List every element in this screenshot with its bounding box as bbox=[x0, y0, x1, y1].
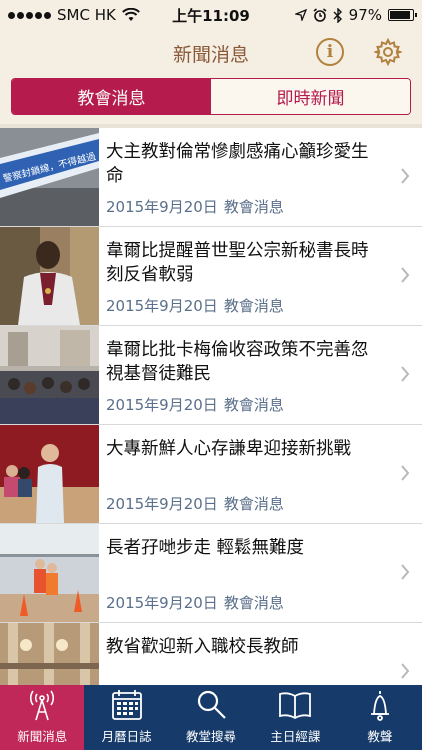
news-source-segmented-control: 教會消息 即時新聞 bbox=[11, 78, 411, 115]
bottom-tab-bar: 新聞消息 月曆日誌 教堂搜尋 主日經課 教聲 bbox=[0, 685, 422, 750]
news-meta: 2015年9月20日 教會消息 bbox=[106, 295, 284, 316]
search-icon bbox=[197, 690, 226, 719]
news-date: 2015年9月20日 bbox=[106, 198, 218, 216]
bluetooth-icon bbox=[333, 7, 342, 23]
navigation-bar: 新聞消息 i bbox=[0, 30, 422, 76]
carrier-name: SMC HK bbox=[57, 6, 116, 24]
news-thumbnail bbox=[0, 425, 99, 523]
news-thumbnail bbox=[0, 227, 99, 325]
news-list-item[interactable]: 教省歡迎新入職校長教師 bbox=[0, 623, 422, 685]
news-date: 2015年9月20日 bbox=[106, 594, 218, 612]
news-date: 2015年9月20日 bbox=[106, 495, 218, 513]
tab-label: 新聞消息 bbox=[17, 729, 68, 744]
tab-label: 教聲 bbox=[367, 729, 393, 744]
news-thumbnail bbox=[0, 524, 99, 622]
news-meta: 2015年9月20日 教會消息 bbox=[106, 592, 284, 613]
status-time: 上午11:09 bbox=[172, 6, 250, 25]
book-icon bbox=[279, 692, 312, 720]
news-meta: 2015年9月20日 教會消息 bbox=[106, 493, 284, 514]
news-category: 教會消息 bbox=[223, 396, 284, 414]
info-icon[interactable]: i bbox=[316, 38, 344, 66]
news-thumbnail: 警察封鎖線，不得越過 bbox=[0, 128, 99, 226]
alarm-icon bbox=[313, 8, 327, 22]
news-title: 韋爾比批卡梅倫收容政策不完善忽視基督徒難民 bbox=[106, 340, 369, 384]
segment-instant-news[interactable]: 即時新聞 bbox=[211, 79, 410, 114]
chevron-right-icon bbox=[401, 663, 410, 679]
news-thumbnail bbox=[0, 623, 99, 685]
status-right: 97% bbox=[294, 6, 417, 24]
tab-news[interactable]: 新聞消息 bbox=[0, 685, 85, 750]
tab-label: 月曆日誌 bbox=[101, 729, 152, 744]
battery-icon bbox=[388, 9, 417, 21]
news-list-item[interactable]: 韋爾比批卡梅倫收容政策不完善忽視基督徒難民 2015年9月20日 教會消息 bbox=[0, 326, 422, 425]
chevron-right-icon bbox=[401, 267, 410, 283]
news-title: 長者孖哋步走 輕鬆無難度 bbox=[106, 538, 305, 558]
news-list-item[interactable]: 長者孖哋步走 輕鬆無難度 2015年9月20日 教會消息 bbox=[0, 524, 422, 623]
news-meta: 2015年9月20日 教會消息 bbox=[106, 394, 284, 415]
location-arrow-icon bbox=[294, 9, 307, 21]
tab-label: 教堂搜尋 bbox=[186, 729, 237, 744]
wifi-icon bbox=[121, 8, 140, 21]
bell-icon bbox=[370, 691, 389, 721]
status-bar: SMC HK 上午11:09 97% bbox=[0, 0, 422, 30]
news-date: 2015年9月20日 bbox=[106, 396, 218, 414]
news-thumbnail bbox=[0, 326, 99, 424]
tab-calendar[interactable]: 月曆日誌 bbox=[84, 685, 168, 750]
calendar-icon bbox=[111, 690, 142, 720]
news-meta: 2015年9月20日 教會消息 bbox=[106, 196, 284, 217]
signal-strength-icon bbox=[8, 11, 51, 19]
news-category: 教會消息 bbox=[223, 297, 284, 315]
news-category: 教會消息 bbox=[223, 594, 284, 612]
news-list-item[interactable]: 大專新鮮人心存謙卑迎接新挑戰 2015年9月20日 教會消息 bbox=[0, 425, 422, 524]
tab-sunday-lessons[interactable]: 主日經課 bbox=[253, 685, 337, 750]
tab-label: 主日經課 bbox=[270, 729, 321, 744]
news-title: 大專新鮮人心存謙卑迎接新挑戰 bbox=[106, 439, 351, 459]
news-list-item[interactable]: 警察封鎖線，不得越過 大主教對倫常慘劇感痛心籲珍愛生命 2015年9月20日 教會… bbox=[0, 128, 422, 227]
status-left: SMC HK bbox=[8, 6, 140, 24]
news-category: 教會消息 bbox=[223, 495, 284, 513]
gear-icon[interactable] bbox=[374, 38, 402, 66]
news-date: 2015年9月20日 bbox=[106, 297, 218, 315]
news-title: 韋爾比提醒普世聖公宗新秘書長時刻反省軟弱 bbox=[106, 241, 369, 285]
page-title: 新聞消息 bbox=[172, 44, 249, 66]
news-category: 教會消息 bbox=[223, 198, 284, 216]
chevron-right-icon bbox=[401, 465, 410, 481]
news-title: 教省歡迎新入職校長教師 bbox=[106, 637, 299, 657]
news-list-item[interactable]: 韋爾比提醒普世聖公宗新秘書長時刻反省軟弱 2015年9月20日 教會消息 bbox=[0, 227, 422, 326]
chevron-right-icon bbox=[401, 564, 410, 580]
battery-percent: 97% bbox=[348, 6, 382, 24]
news-list: 警察封鎖線，不得越過 大主教對倫常慘劇感痛心籲珍愛生命 2015年9月20日 教會… bbox=[0, 128, 422, 685]
segment-church-news[interactable]: 教會消息 bbox=[12, 79, 211, 114]
tab-church-search[interactable]: 教堂搜尋 bbox=[169, 685, 253, 750]
chevron-right-icon bbox=[401, 168, 410, 184]
broadcast-tower-icon bbox=[30, 690, 55, 721]
tab-church-voice[interactable]: 教聲 bbox=[338, 685, 422, 750]
chevron-right-icon bbox=[401, 366, 410, 382]
news-title: 大主教對倫常慘劇感痛心籲珍愛生命 bbox=[106, 142, 369, 186]
